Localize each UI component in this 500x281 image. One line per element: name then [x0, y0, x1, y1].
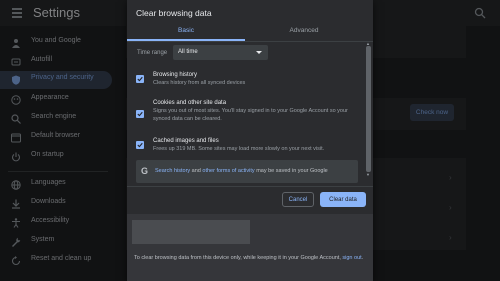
signout-text: To clear browsing data from this device … [134, 254, 366, 263]
cancel-button[interactable]: Cancel [282, 192, 314, 207]
google-activity-text: Search history and other forms of activi… [155, 168, 328, 174]
tab-advanced[interactable]: Advanced [245, 25, 363, 41]
google-activity-rest: may be saved in your Google [254, 168, 328, 174]
google-activity-mid: and [190, 168, 203, 174]
option-cookies: Cookies and other site data Signs you ou… [127, 98, 363, 128]
browsing-history-checkbox[interactable] [136, 75, 144, 83]
signout-text-body: To clear browsing data from this device … [134, 255, 343, 261]
cached-images-checkbox[interactable] [136, 141, 144, 149]
google-activity-notice: G Search history and other forms of acti… [136, 160, 358, 183]
option-description: Clears history from all synced devices [153, 80, 246, 86]
check-icon [137, 142, 143, 148]
signout-text-end: . [361, 255, 364, 261]
settings-app: Settings You and Google Autofill Privacy… [0, 0, 500, 281]
time-range-value: All time [178, 49, 198, 55]
dropdown-arrow-icon [256, 51, 262, 54]
other-activity-link[interactable]: other forms of activity [202, 168, 254, 174]
divider [127, 186, 373, 187]
google-g-icon: G [141, 166, 149, 176]
option-description: Frees up 319 MB. Some sites may load mor… [153, 146, 325, 152]
option-description: Signs you out of most sites. You'll stay… [153, 108, 348, 122]
scroll-down-arrow-icon[interactable]: ▼ [366, 172, 370, 177]
cookies-checkbox[interactable] [136, 110, 144, 118]
clear-data-button[interactable]: Clear data [320, 192, 366, 207]
clear-browsing-data-dialog: Clear browsing data Basic Advanced Time … [127, 0, 373, 281]
dialog-title: Clear browsing data [136, 8, 212, 18]
time-range-label: Time range [137, 50, 168, 56]
option-title: Cookies and other site data [153, 100, 227, 106]
check-icon [137, 76, 143, 82]
sign-out-link[interactable]: sign out [342, 255, 361, 261]
search-history-link[interactable]: Search history [155, 168, 190, 174]
option-title: Cached images and files [153, 138, 219, 144]
option-browsing-history: Browsing history Clears history from all… [127, 70, 363, 100]
check-icon [137, 111, 143, 117]
scroll-thumb[interactable] [366, 46, 371, 172]
dialog-scrollbar[interactable]: ▲ ▼ [366, 41, 371, 177]
divider [127, 41, 373, 42]
signout-section: To clear browsing data from this device … [127, 214, 373, 281]
option-title: Browsing history [153, 72, 198, 78]
account-info-redacted [132, 220, 250, 244]
time-range-select[interactable]: All time [173, 45, 268, 60]
